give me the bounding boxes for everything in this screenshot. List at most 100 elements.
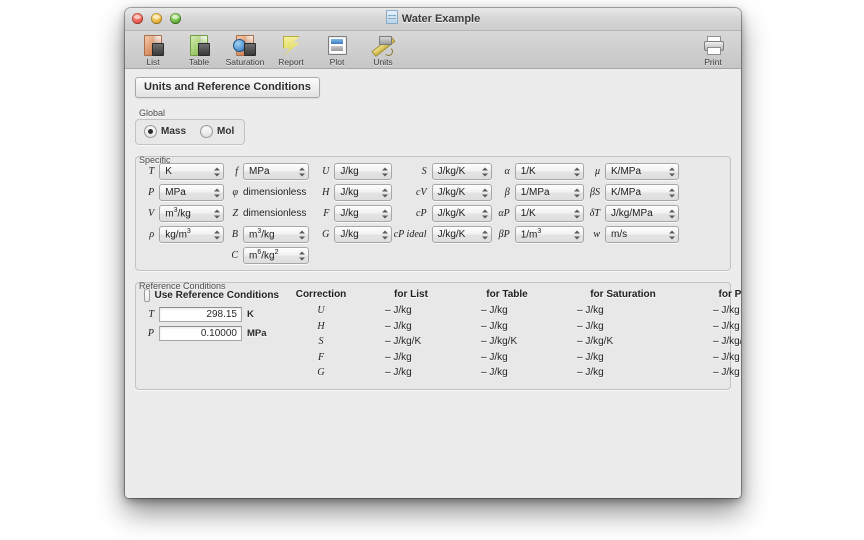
global-radio-row: Mass Mol (144, 125, 234, 138)
desktop-background: Water Example List Table Saturation Repo… (0, 0, 864, 540)
page-title[interactable]: Units and Reference Conditions (135, 77, 320, 98)
property-symbol: F (323, 208, 330, 219)
unit-popup-α[interactable]: 1/K (514, 163, 584, 180)
unit-popup-T[interactable]: K (159, 163, 224, 180)
property-symbol: C (231, 250, 238, 261)
toolbar-button-plot[interactable]: Plot (315, 33, 359, 67)
popup-arrows-icon (668, 228, 675, 241)
unit-popup-δT[interactable]: J/kg/MPa (605, 205, 679, 222)
unit-popup-value: MPa (165, 187, 186, 198)
application-window: Water Example List Table Saturation Repo… (125, 8, 741, 498)
plot-window-icon (324, 34, 350, 56)
unit-popup-C[interactable]: m6/kg2 (243, 247, 309, 264)
specific-row: H J/kg (320, 184, 392, 201)
specific-column-3: U J/kg H J/kg F J/kg G J/kg (320, 163, 392, 264)
unit-popup-βS[interactable]: K/MPa (605, 184, 679, 201)
unit-popup-G[interactable]: J/kg (334, 226, 392, 243)
reference-group-title: Reference Conditions (139, 281, 226, 291)
correction-value: – J/kg (481, 351, 508, 363)
unit-popup-value: m3/kg (249, 228, 275, 241)
correction-property-symbol: H (317, 320, 325, 332)
unit-popup-value: J/kg (340, 208, 359, 219)
correction-column-5: for Plot – J/kg – J/kg – J/kg/K – J/kg – J/kg (691, 289, 741, 383)
specific-group-frame: T K P MPa Vm3/kg ρ kg/m3 f MPa φ dimensionless Zdim… (135, 156, 731, 271)
popup-arrows-icon (213, 207, 220, 220)
use-reference-conditions-label: Use Reference Conditions (154, 290, 279, 301)
toolbar-button-units[interactable]: Units (361, 33, 405, 67)
specific-columns: T K P MPa Vm3/kg ρ kg/m3 f MPa φ dimensionless Zdim… (144, 163, 722, 264)
unit-popup-w[interactable]: m/s (605, 226, 679, 243)
unit-popup-β[interactable]: 1/MPa (514, 184, 584, 201)
reference-inputs: Use Reference Conditions T 298.15 K P 0.… (144, 289, 279, 383)
main-toolbar: List Table Saturation Report Plot Units … (125, 31, 741, 69)
global-group-frame: Mass Mol (135, 119, 246, 145)
specific-row: cV J/kg/K (392, 184, 492, 201)
toolbar-button-saturation[interactable]: Saturation (223, 33, 267, 67)
property-symbol: βP (498, 229, 510, 240)
correction-column-1: Correction U H S F G (279, 289, 363, 383)
correction-value: – J/kg (577, 320, 604, 332)
popup-arrows-icon (573, 186, 580, 199)
specific-group: Specific T K P MPa Vm3/kg ρ kg/m3 f MPa φ dimensio… (135, 155, 731, 271)
correction-value: – J/kg/K (577, 336, 614, 347)
reference-pressure-row: P 0.10000 MPa (144, 326, 279, 341)
property-symbol: cP ideal (393, 229, 427, 240)
property-symbol: U (322, 166, 330, 177)
correction-value: – J/kg (577, 305, 604, 316)
unit-popup-βP[interactable]: 1/m3 (514, 226, 584, 243)
unit-popup-F[interactable]: J/kg (334, 205, 392, 222)
specific-row: Vm3/kg (144, 205, 224, 222)
unit-popup-ρ[interactable]: kg/m3 (159, 226, 224, 243)
unit-popup-S[interactable]: J/kg/K (431, 163, 492, 180)
specific-row: Cm6/kg2 (224, 247, 320, 264)
reference-pressure-input[interactable]: 0.10000 (159, 326, 242, 341)
property-symbol: T (148, 166, 155, 177)
unit-popup-H[interactable]: J/kg (334, 184, 392, 201)
unit-popup-B[interactable]: m3/kg (243, 226, 309, 243)
property-symbol: α (504, 166, 510, 177)
toolbar-button-table[interactable]: Table (177, 33, 221, 67)
unit-popup-μ[interactable]: K/MPa (605, 163, 679, 180)
toolbar-button-report[interactable]: Report (269, 33, 313, 67)
popup-arrows-icon (668, 165, 675, 178)
radio-mass[interactable]: Mass (144, 125, 186, 138)
unit-popup-f[interactable]: MPa (243, 163, 309, 180)
toolbar-button-list[interactable]: List (131, 33, 175, 67)
correction-value: – J/kg (481, 305, 508, 316)
window-titlebar[interactable]: Water Example (125, 8, 741, 31)
popup-arrows-icon (481, 186, 488, 199)
reference-temperature-input[interactable]: 298.15 (159, 307, 242, 322)
popup-arrows-icon (668, 186, 675, 199)
specific-row: S J/kg/K (392, 163, 492, 180)
reference-group-frame: Use Reference Conditions T 298.15 K P 0.… (135, 282, 741, 390)
popup-arrows-icon (573, 207, 580, 220)
unit-popup-U[interactable]: J/kg (334, 163, 392, 180)
correction-property-symbol: U (317, 305, 325, 316)
toolbar-label-print: Print (704, 57, 722, 67)
correction-value: – J/kg (385, 367, 412, 378)
unit-popup-cP-ideal[interactable]: J/kg/K (431, 226, 492, 243)
unit-popup-P[interactable]: MPa (159, 184, 224, 201)
specific-row: P MPa (144, 184, 224, 201)
unit-popup-cP[interactable]: J/kg/K (431, 205, 492, 222)
unit-popup-cV[interactable]: J/kg/K (431, 184, 492, 201)
property-symbol: β (504, 187, 510, 198)
radio-mol[interactable]: Mol (200, 125, 234, 138)
unit-popup-αP[interactable]: 1/K (514, 205, 584, 222)
unit-popup-value: kg/m3 (165, 228, 191, 241)
specific-row: G J/kg (320, 226, 392, 243)
property-symbol: G (322, 229, 330, 240)
specific-column-5: α 1/K β 1/MPa αP 1/K βP 1/m3 (492, 163, 584, 264)
specific-row: δT J/kg/MPa (584, 205, 684, 222)
saturation-page-icon (232, 34, 258, 56)
correction-value: – J/kg (385, 351, 412, 363)
window-content: Units and Reference Conditions Global Ma… (125, 69, 741, 498)
unit-static-text: dimensionless (243, 208, 307, 219)
popup-arrows-icon (213, 186, 220, 199)
correction-value: – J/kg (481, 367, 508, 378)
popup-arrows-icon (213, 228, 220, 241)
correction-column-header: for Saturation (590, 289, 656, 300)
toolbar-button-print[interactable]: Print (691, 33, 735, 67)
toolbar-items: List Table Saturation Report Plot Units (131, 33, 405, 67)
unit-popup-V[interactable]: m3/kg (159, 205, 224, 222)
